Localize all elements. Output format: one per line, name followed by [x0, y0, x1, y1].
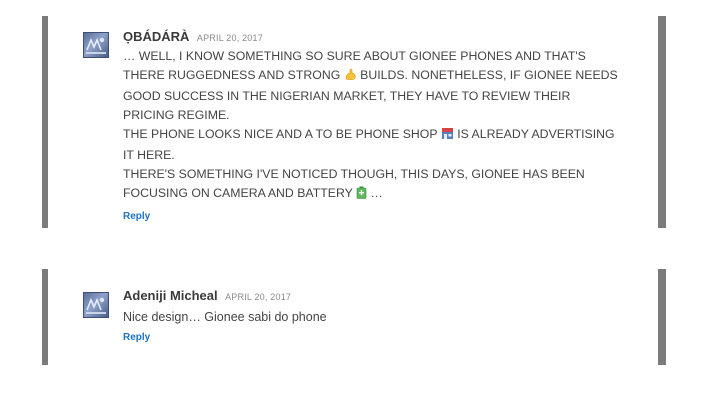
- comment-line: IT HERE.: [123, 146, 628, 165]
- comment-line-text: IS ALREADY ADVERTISING: [457, 127, 615, 141]
- comment-meta: Adeniji Micheal APRIL 20, 2017: [123, 288, 628, 305]
- comment-date[interactable]: APRIL 20, 2017: [225, 292, 291, 302]
- comment-line-text: …: [370, 186, 383, 200]
- comment-line: FOCUSING ON CAMERA AND BATTERY …: [123, 184, 628, 205]
- comment-line-text: THE PHONE LOOKS NICE AND A TO BE PHONE S…: [123, 127, 438, 141]
- comment-date[interactable]: APRIL 20, 2017: [197, 33, 263, 43]
- comment-author[interactable]: Adeniji Micheal: [123, 288, 218, 303]
- comment-line-text: IT HERE.: [123, 148, 175, 162]
- comment-line-text: THERE RUGGEDNESS AND STRONG: [123, 68, 341, 82]
- comment-line: THERE'S SOMETHING I'VE NOTICED THOUGH, T…: [123, 165, 628, 184]
- comment-line-text: GOOD SUCCESS IN THE NIGERIAN MARKET, THE…: [123, 89, 571, 103]
- comment-author[interactable]: ỌBÁDÁRÀ: [123, 29, 189, 44]
- comment-body: Adeniji Micheal APRIL 20, 2017 Nice desi…: [123, 288, 628, 345]
- comment-line-text: THERE'S SOMETHING I'VE NOTICED THOUGH, T…: [123, 167, 585, 181]
- avatar[interactable]: [83, 292, 109, 318]
- comment-card: ỌBÁDÁRÀ APRIL 20, 2017 … WELL, I KNOW SO…: [42, 16, 666, 228]
- comment-line: THERE RUGGEDNESS AND STRONG BUILDS. NONE…: [123, 66, 628, 87]
- comment-line: THE PHONE LOOKS NICE AND A TO BE PHONE S…: [123, 125, 628, 146]
- comment-line-text: BUILDS. NONETHELESS, IF GIONEE NEEDS: [360, 68, 618, 82]
- comment-line-text: PRICING REGIME.: [123, 108, 230, 122]
- comment-meta: ỌBÁDÁRÀ APRIL 20, 2017: [123, 29, 628, 46]
- comment-card: Adeniji Micheal APRIL 20, 2017 Nice desi…: [42, 269, 666, 365]
- comment-text: Nice design… Gionee sabi do phone: [123, 310, 327, 324]
- shop-icon: [441, 127, 454, 146]
- comment-body: ỌBÁDÁRÀ APRIL 20, 2017 … WELL, I KNOW SO…: [123, 29, 628, 224]
- reply-link[interactable]: Reply: [123, 211, 150, 222]
- avatar[interactable]: [83, 32, 109, 58]
- comment-line: … WELL, I KNOW SOMETHING SO SURE ABOUT G…: [123, 47, 628, 66]
- comment-line-text: … WELL, I KNOW SOMETHING SO SURE ABOUT G…: [123, 49, 586, 63]
- comment-text: … WELL, I KNOW SOMETHING SO SURE ABOUT G…: [123, 47, 628, 205]
- comment-line: GOOD SUCCESS IN THE NIGERIAN MARKET, THE…: [123, 87, 628, 106]
- reply-link[interactable]: Reply: [123, 332, 150, 343]
- battery-icon: [356, 186, 367, 205]
- comment-line-text: FOCUSING ON CAMERA AND BATTERY: [123, 186, 353, 200]
- comment-line: PRICING REGIME.: [123, 106, 628, 125]
- flexed-biceps-icon: [344, 68, 357, 87]
